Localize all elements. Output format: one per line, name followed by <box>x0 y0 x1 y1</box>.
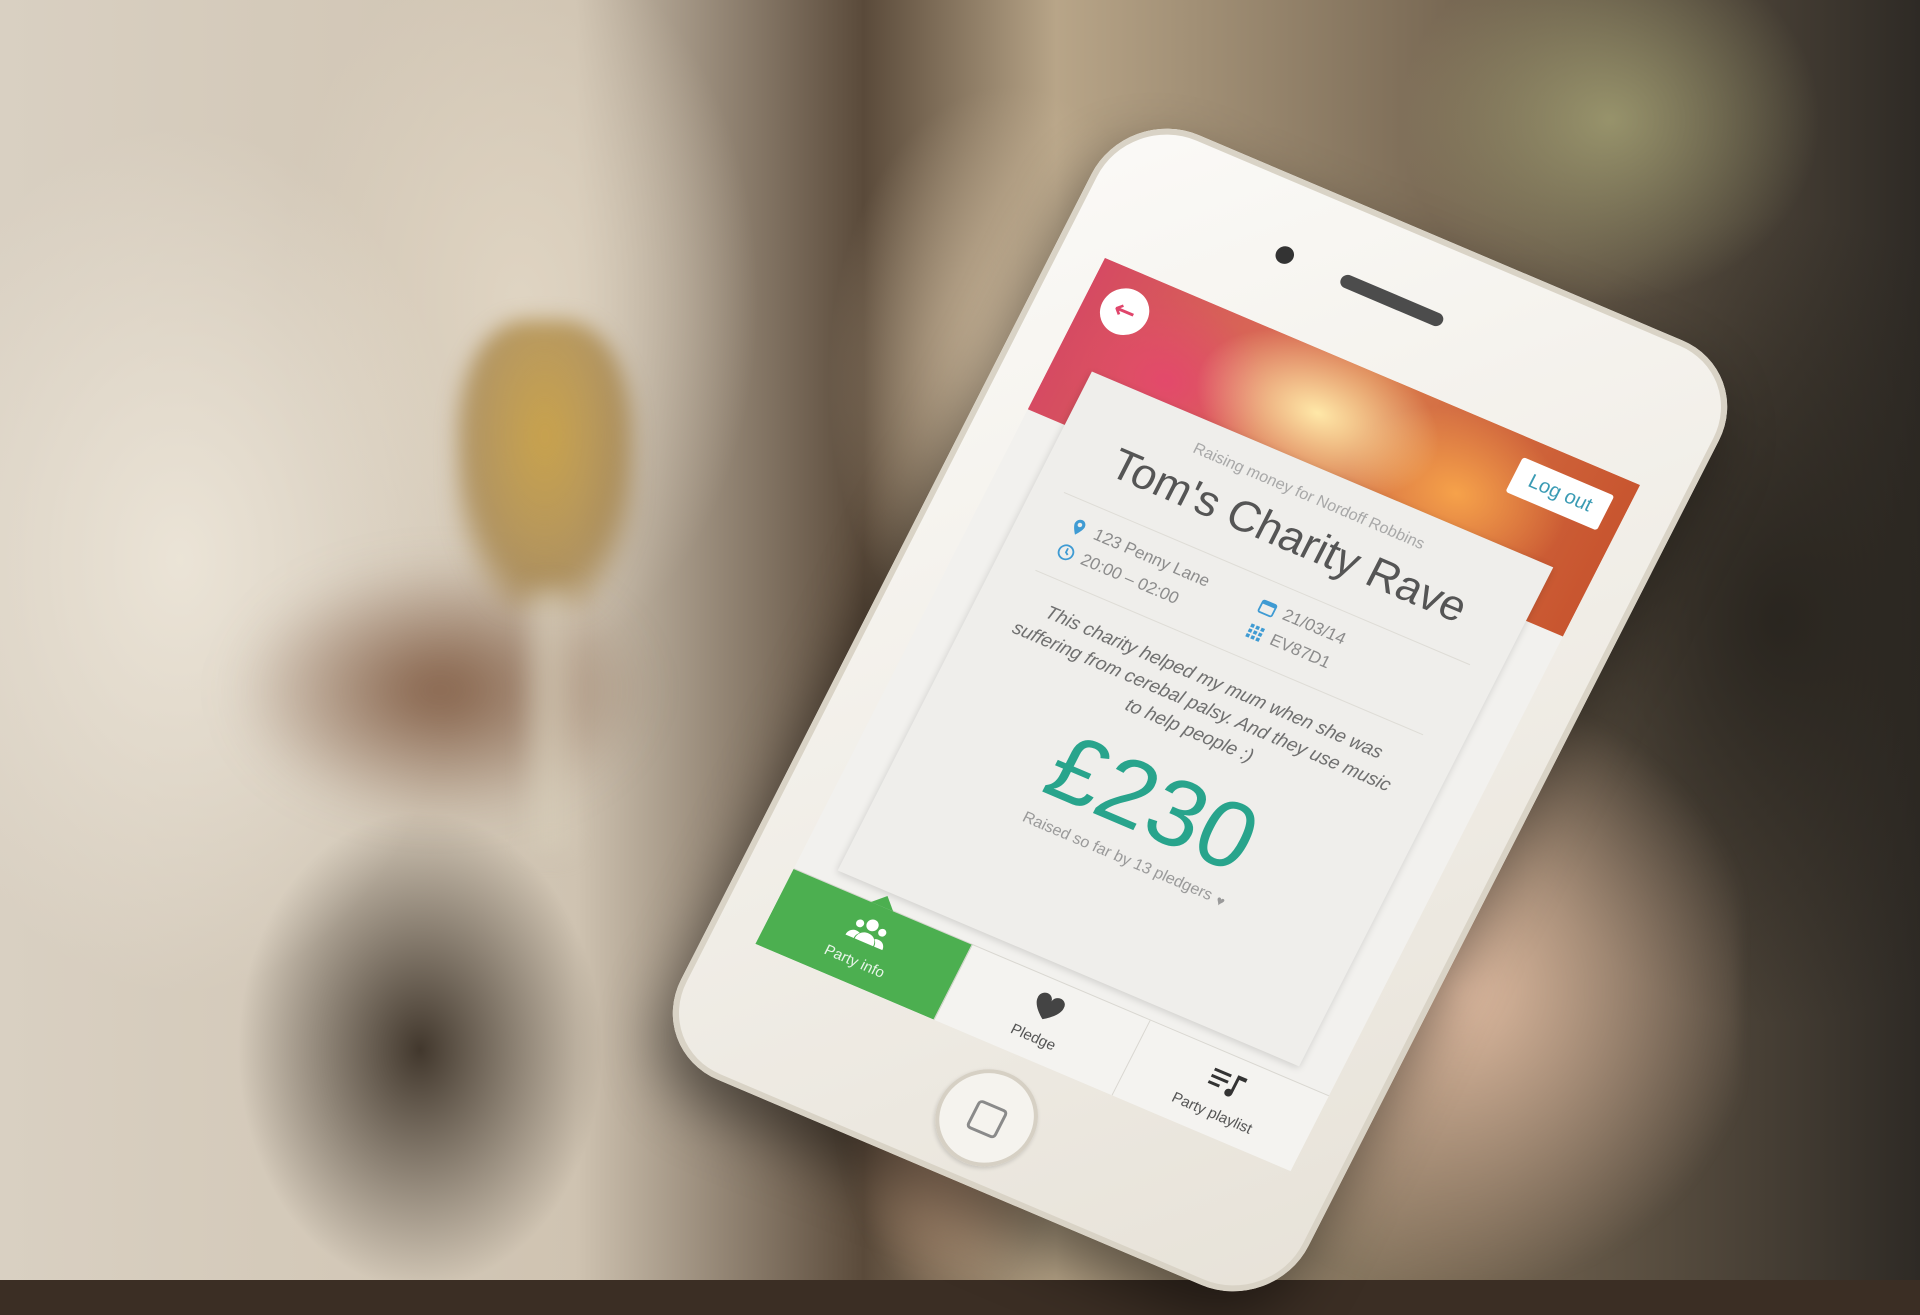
playlist-icon <box>1202 1064 1250 1108</box>
arrow-left-icon: ← <box>1107 294 1142 330</box>
home-button[interactable] <box>917 1053 1056 1183</box>
front-camera <box>1272 243 1298 267</box>
clock-icon <box>1054 541 1079 564</box>
grid-icon <box>1243 621 1268 644</box>
location-pin-icon <box>1066 516 1091 539</box>
back-button[interactable]: ← <box>1091 280 1158 343</box>
heart-icon: ♥ <box>1212 891 1228 910</box>
home-square-icon <box>964 1098 1010 1140</box>
logout-button[interactable]: Log out <box>1505 457 1615 531</box>
blurred-glass <box>455 320 635 610</box>
calendar-icon <box>1255 596 1280 619</box>
earpiece-speaker <box>1337 272 1446 329</box>
blurred-glass-stem <box>530 590 570 850</box>
heart-icon <box>1026 989 1069 1030</box>
